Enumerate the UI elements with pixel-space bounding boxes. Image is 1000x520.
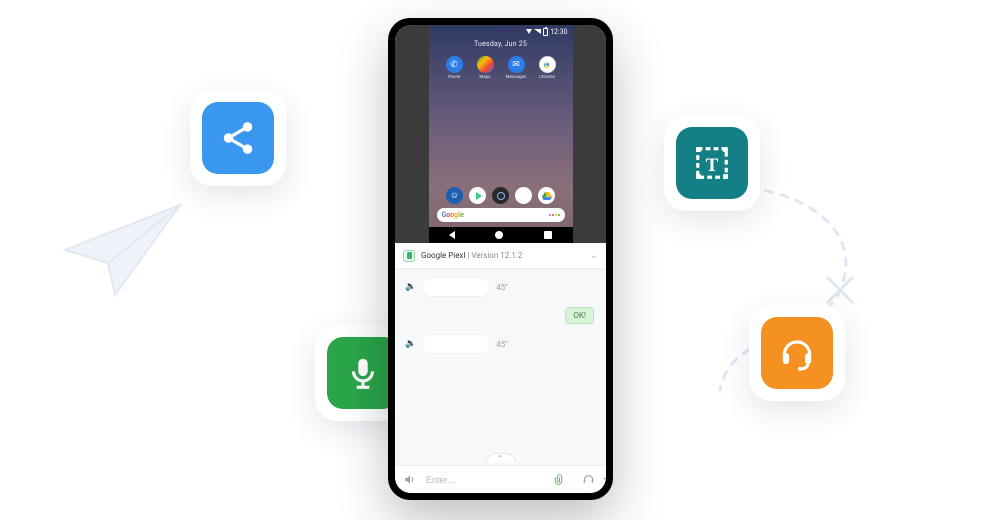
- sound-icon[interactable]: [403, 473, 416, 486]
- clock: 12:30: [550, 28, 567, 36]
- messages-icon: ✉: [508, 56, 525, 73]
- reply-message[interactable]: OK!: [405, 307, 594, 324]
- calendar-icon[interactable]: 31: [515, 187, 532, 204]
- headset-icon: [778, 334, 816, 372]
- app-messages[interactable]: ✉Messages: [503, 56, 529, 80]
- chat-title: Google Piexl | Version 12.1.2: [421, 251, 522, 260]
- app-phone[interactable]: ✆Phone: [441, 56, 467, 80]
- message-input[interactable]: [424, 474, 545, 486]
- app-maps[interactable]: Maps: [472, 56, 498, 80]
- recents-button[interactable]: [544, 231, 552, 239]
- android-nav-bar: [429, 227, 573, 243]
- mic-icon: [344, 354, 382, 392]
- phone-icon: ✆: [446, 56, 463, 73]
- chat-messages: 🔉 45'' OK! 🔉 45'': [395, 269, 606, 451]
- signal-triangle-icon: [526, 29, 532, 34]
- chat-header[interactable]: Google Piexl | Version 12.1.2 ⌄: [395, 243, 606, 269]
- voice-bubble: [421, 277, 491, 297]
- back-button[interactable]: [449, 231, 455, 239]
- text-frame-tile[interactable]: T: [664, 115, 760, 211]
- drive-icon[interactable]: [538, 187, 555, 204]
- svg-text:T: T: [706, 155, 719, 176]
- support-headset-icon[interactable]: [582, 473, 595, 486]
- camera-icon[interactable]: [492, 187, 509, 204]
- reply-text: OK!: [565, 307, 594, 324]
- app-row: ✆Phone Maps ✉Messages Chrome: [429, 56, 573, 80]
- contacts-icon[interactable]: ☺: [446, 187, 463, 204]
- voice-duration: 45'': [496, 283, 507, 292]
- device-chip-icon: [403, 250, 415, 262]
- chrome-icon: [539, 56, 556, 73]
- chat-panel: Google Piexl | Version 12.1.2 ⌄ 🔉 45'' O…: [395, 243, 606, 493]
- share-icon: [219, 119, 257, 157]
- paper-plane-decoration: [60, 195, 190, 309]
- voice-message[interactable]: 🔉 45'': [405, 277, 596, 297]
- chevron-down-icon[interactable]: ⌄: [590, 250, 598, 261]
- cell-signal-icon: [534, 29, 541, 34]
- home-date: Tuesday, Jun 25: [429, 40, 573, 48]
- voice-message[interactable]: 🔉 45'': [405, 334, 596, 354]
- battery-icon: [543, 28, 548, 36]
- more-icon[interactable]: •••: [603, 474, 606, 485]
- attachment-icon[interactable]: [553, 473, 566, 486]
- play-store-icon[interactable]: [469, 187, 486, 204]
- dock: ☺ 31: [429, 181, 573, 208]
- phone-screen: 12:30 Tuesday, Jun 25 ✆Phone Maps ✉Messa…: [395, 25, 606, 493]
- speaker-icon: 🔉: [405, 339, 416, 349]
- headset-tile[interactable]: [749, 305, 845, 401]
- assistant-icon: [549, 214, 560, 216]
- text-frame-icon: T: [693, 144, 731, 182]
- home-button[interactable]: [495, 231, 503, 239]
- expand-handle[interactable]: ⌃: [395, 451, 606, 465]
- status-bar: 12:30: [429, 25, 573, 38]
- phone-frame: 12:30 Tuesday, Jun 25 ✆Phone Maps ✉Messa…: [388, 18, 613, 500]
- chat-input-bar: •••: [395, 465, 606, 493]
- share-tile[interactable]: [190, 90, 286, 186]
- voice-bubble: [421, 334, 491, 354]
- android-screenshot: 12:30 Tuesday, Jun 25 ✆Phone Maps ✉Messa…: [395, 25, 606, 243]
- maps-icon: [477, 56, 494, 73]
- app-chrome[interactable]: Chrome: [534, 56, 560, 80]
- google-logo: Google: [442, 211, 464, 219]
- speaker-icon: 🔉: [405, 282, 416, 292]
- google-search-bar[interactable]: Google: [437, 208, 565, 222]
- voice-duration: 45'': [496, 340, 507, 349]
